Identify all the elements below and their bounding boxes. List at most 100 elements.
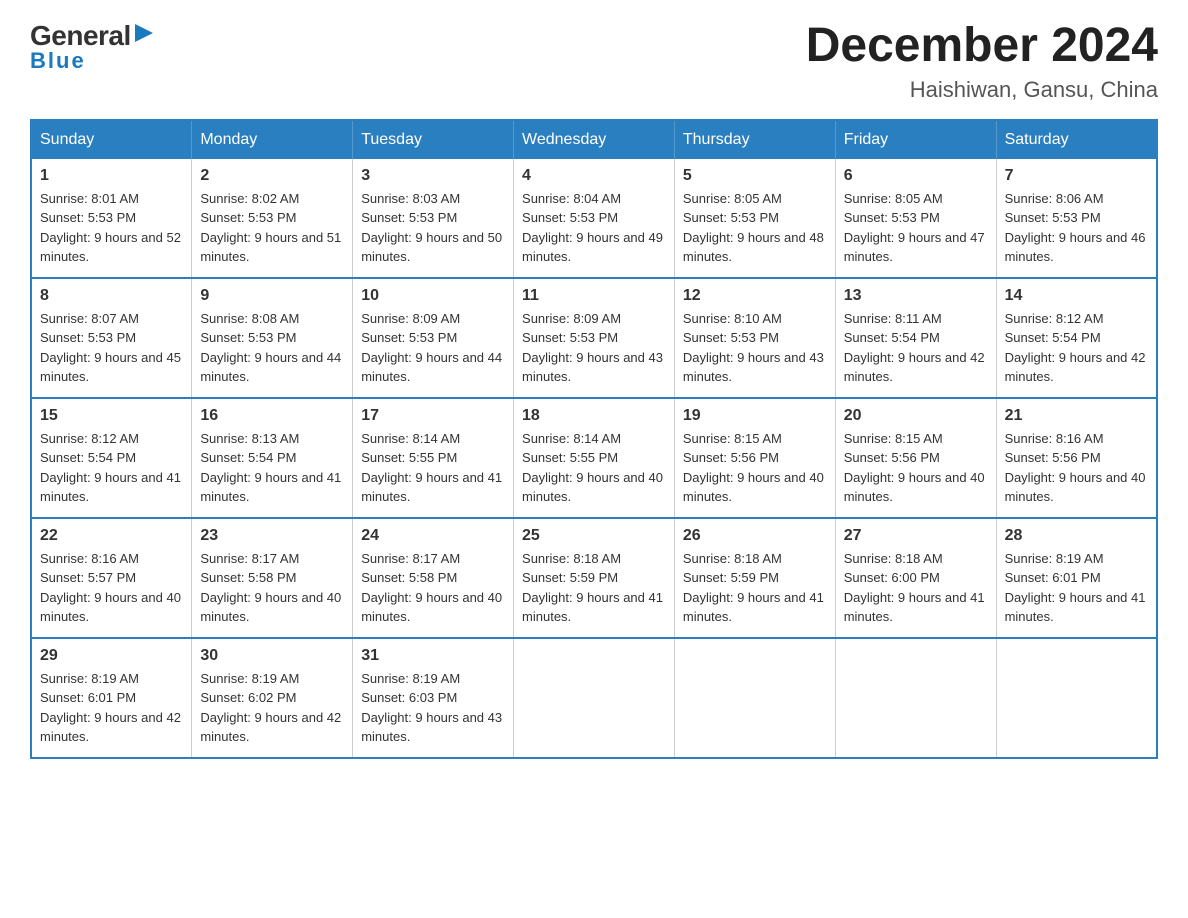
calendar-cell: 2 Sunrise: 8:02 AMSunset: 5:53 PMDaylight… [192, 159, 353, 278]
day-number: 22 [40, 527, 183, 545]
weekday-header-row: SundayMondayTuesdayWednesdayThursdayFrid… [31, 120, 1157, 159]
calendar-week-row: 8 Sunrise: 8:07 AMSunset: 5:53 PMDaylight… [31, 278, 1157, 398]
calendar-cell: 7 Sunrise: 8:06 AMSunset: 5:53 PMDaylight… [996, 159, 1157, 278]
calendar-cell: 13 Sunrise: 8:11 AMSunset: 5:54 PMDayligh… [835, 278, 996, 398]
day-number: 12 [683, 287, 827, 305]
calendar-cell: 25Sunrise: 8:18 AMSunset: 5:59 PMDayligh… [514, 518, 675, 638]
day-number: 9 [200, 287, 344, 305]
month-year-title: December 2024 [806, 20, 1158, 73]
calendar-cell [996, 638, 1157, 758]
day-info: Sunrise: 8:02 AMSunset: 5:53 PMDaylight:… [200, 191, 341, 265]
calendar-cell: 21Sunrise: 8:16 AMSunset: 5:56 PMDayligh… [996, 398, 1157, 518]
day-info: Sunrise: 8:08 AMSunset: 5:53 PMDaylight:… [200, 311, 341, 385]
day-number: 7 [1005, 167, 1148, 185]
day-number: 1 [40, 167, 183, 185]
weekday-header-thursday: Thursday [674, 120, 835, 159]
day-info: Sunrise: 8:19 AMSunset: 6:01 PMDaylight:… [40, 671, 181, 745]
calendar-cell: 1 Sunrise: 8:01 AMSunset: 5:53 PMDaylight… [31, 159, 192, 278]
calendar-cell: 30 Sunrise: 8:19 AMSunset: 6:02 PMDayligh… [192, 638, 353, 758]
day-number: 18 [522, 407, 666, 425]
day-info: Sunrise: 8:19 AMSunset: 6:01 PMDaylight:… [1005, 551, 1146, 625]
day-number: 6 [844, 167, 988, 185]
day-number: 8 [40, 287, 183, 305]
day-info: Sunrise: 8:06 AMSunset: 5:53 PMDaylight:… [1005, 191, 1146, 265]
calendar-table: SundayMondayTuesdayWednesdayThursdayFrid… [30, 119, 1158, 759]
calendar-cell: 19Sunrise: 8:15 AMSunset: 5:56 PMDayligh… [674, 398, 835, 518]
calendar-cell: 5 Sunrise: 8:05 AMSunset: 5:53 PMDaylight… [674, 159, 835, 278]
day-number: 2 [200, 167, 344, 185]
calendar-cell: 28 Sunrise: 8:19 AMSunset: 6:01 PMDayligh… [996, 518, 1157, 638]
day-number: 14 [1005, 287, 1148, 305]
calendar-cell: 4Sunrise: 8:04 AMSunset: 5:53 PMDaylight… [514, 159, 675, 278]
weekday-header-saturday: Saturday [996, 120, 1157, 159]
day-number: 17 [361, 407, 505, 425]
day-number: 24 [361, 527, 505, 545]
day-number: 3 [361, 167, 505, 185]
calendar-week-row: 22 Sunrise: 8:16 AMSunset: 5:57 PMDayligh… [31, 518, 1157, 638]
day-info: Sunrise: 8:05 AMSunset: 5:53 PMDaylight:… [683, 191, 824, 265]
day-info: Sunrise: 8:16 AMSunset: 5:57 PMDaylight:… [40, 551, 181, 625]
day-info: Sunrise: 8:01 AMSunset: 5:53 PMDaylight:… [40, 191, 181, 265]
day-number: 25 [522, 527, 666, 545]
day-number: 10 [361, 287, 505, 305]
calendar-cell: 10Sunrise: 8:09 AMSunset: 5:53 PMDayligh… [353, 278, 514, 398]
calendar-cell: 20 Sunrise: 8:15 AMSunset: 5:56 PMDayligh… [835, 398, 996, 518]
weekday-header-sunday: Sunday [31, 120, 192, 159]
day-number: 13 [844, 287, 988, 305]
day-info: Sunrise: 8:10 AMSunset: 5:53 PMDaylight:… [683, 311, 824, 385]
day-info: Sunrise: 8:13 AMSunset: 5:54 PMDaylight:… [200, 431, 341, 505]
weekday-header-monday: Monday [192, 120, 353, 159]
calendar-cell: 16 Sunrise: 8:13 AMSunset: 5:54 PMDayligh… [192, 398, 353, 518]
day-info: Sunrise: 8:17 AMSunset: 5:58 PMDaylight:… [361, 551, 502, 625]
calendar-cell: 31 Sunrise: 8:19 AMSunset: 6:03 PMDayligh… [353, 638, 514, 758]
calendar-cell: 27 Sunrise: 8:18 AMSunset: 6:00 PMDayligh… [835, 518, 996, 638]
day-info: Sunrise: 8:07 AMSunset: 5:53 PMDaylight:… [40, 311, 181, 385]
day-info: Sunrise: 8:14 AMSunset: 5:55 PMDaylight:… [361, 431, 502, 505]
day-number: 29 [40, 647, 183, 665]
calendar-week-row: 15 Sunrise: 8:12 AMSunset: 5:54 PMDayligh… [31, 398, 1157, 518]
calendar-cell: 3 Sunrise: 8:03 AMSunset: 5:53 PMDaylight… [353, 159, 514, 278]
page-header: General Blue December 2024 Haishiwan, Ga… [30, 20, 1158, 103]
day-info: Sunrise: 8:14 AMSunset: 5:55 PMDaylight:… [522, 431, 663, 505]
day-number: 26 [683, 527, 827, 545]
calendar-cell: 15 Sunrise: 8:12 AMSunset: 5:54 PMDayligh… [31, 398, 192, 518]
calendar-cell: 22 Sunrise: 8:16 AMSunset: 5:57 PMDayligh… [31, 518, 192, 638]
logo-arrow-icon [133, 22, 155, 44]
day-number: 11 [522, 287, 666, 305]
day-info: Sunrise: 8:09 AMSunset: 5:53 PMDaylight:… [522, 311, 663, 385]
calendar-cell: 18 Sunrise: 8:14 AMSunset: 5:55 PMDayligh… [514, 398, 675, 518]
day-info: Sunrise: 8:19 AMSunset: 6:02 PMDaylight:… [200, 671, 341, 745]
day-info: Sunrise: 8:15 AMSunset: 5:56 PMDaylight:… [844, 431, 985, 505]
location-subtitle: Haishiwan, Gansu, China [806, 77, 1158, 103]
calendar-cell: 9 Sunrise: 8:08 AMSunset: 5:53 PMDaylight… [192, 278, 353, 398]
day-number: 30 [200, 647, 344, 665]
day-info: Sunrise: 8:11 AMSunset: 5:54 PMDaylight:… [844, 311, 985, 385]
calendar-cell [674, 638, 835, 758]
day-info: Sunrise: 8:19 AMSunset: 6:03 PMDaylight:… [361, 671, 502, 745]
day-number: 5 [683, 167, 827, 185]
calendar-cell: 29 Sunrise: 8:19 AMSunset: 6:01 PMDayligh… [31, 638, 192, 758]
day-number: 27 [844, 527, 988, 545]
calendar-cell: 11 Sunrise: 8:09 AMSunset: 5:53 PMDayligh… [514, 278, 675, 398]
calendar-cell: 8 Sunrise: 8:07 AMSunset: 5:53 PMDaylight… [31, 278, 192, 398]
title-section: December 2024 Haishiwan, Gansu, China [806, 20, 1158, 103]
day-number: 20 [844, 407, 988, 425]
calendar-cell: 14Sunrise: 8:12 AMSunset: 5:54 PMDayligh… [996, 278, 1157, 398]
calendar-week-row: 1 Sunrise: 8:01 AMSunset: 5:53 PMDaylight… [31, 159, 1157, 278]
day-info: Sunrise: 8:12 AMSunset: 5:54 PMDaylight:… [40, 431, 181, 505]
logo: General Blue [30, 20, 155, 74]
day-number: 28 [1005, 527, 1148, 545]
day-info: Sunrise: 8:18 AMSunset: 6:00 PMDaylight:… [844, 551, 985, 625]
calendar-cell [514, 638, 675, 758]
day-number: 15 [40, 407, 183, 425]
day-number: 31 [361, 647, 505, 665]
day-number: 16 [200, 407, 344, 425]
calendar-cell: 24 Sunrise: 8:17 AMSunset: 5:58 PMDayligh… [353, 518, 514, 638]
weekday-header-friday: Friday [835, 120, 996, 159]
calendar-cell: 26Sunrise: 8:18 AMSunset: 5:59 PMDayligh… [674, 518, 835, 638]
weekday-header-wednesday: Wednesday [514, 120, 675, 159]
logo-blue-text: Blue [30, 48, 86, 73]
day-info: Sunrise: 8:03 AMSunset: 5:53 PMDaylight:… [361, 191, 502, 265]
calendar-cell [835, 638, 996, 758]
day-number: 23 [200, 527, 344, 545]
